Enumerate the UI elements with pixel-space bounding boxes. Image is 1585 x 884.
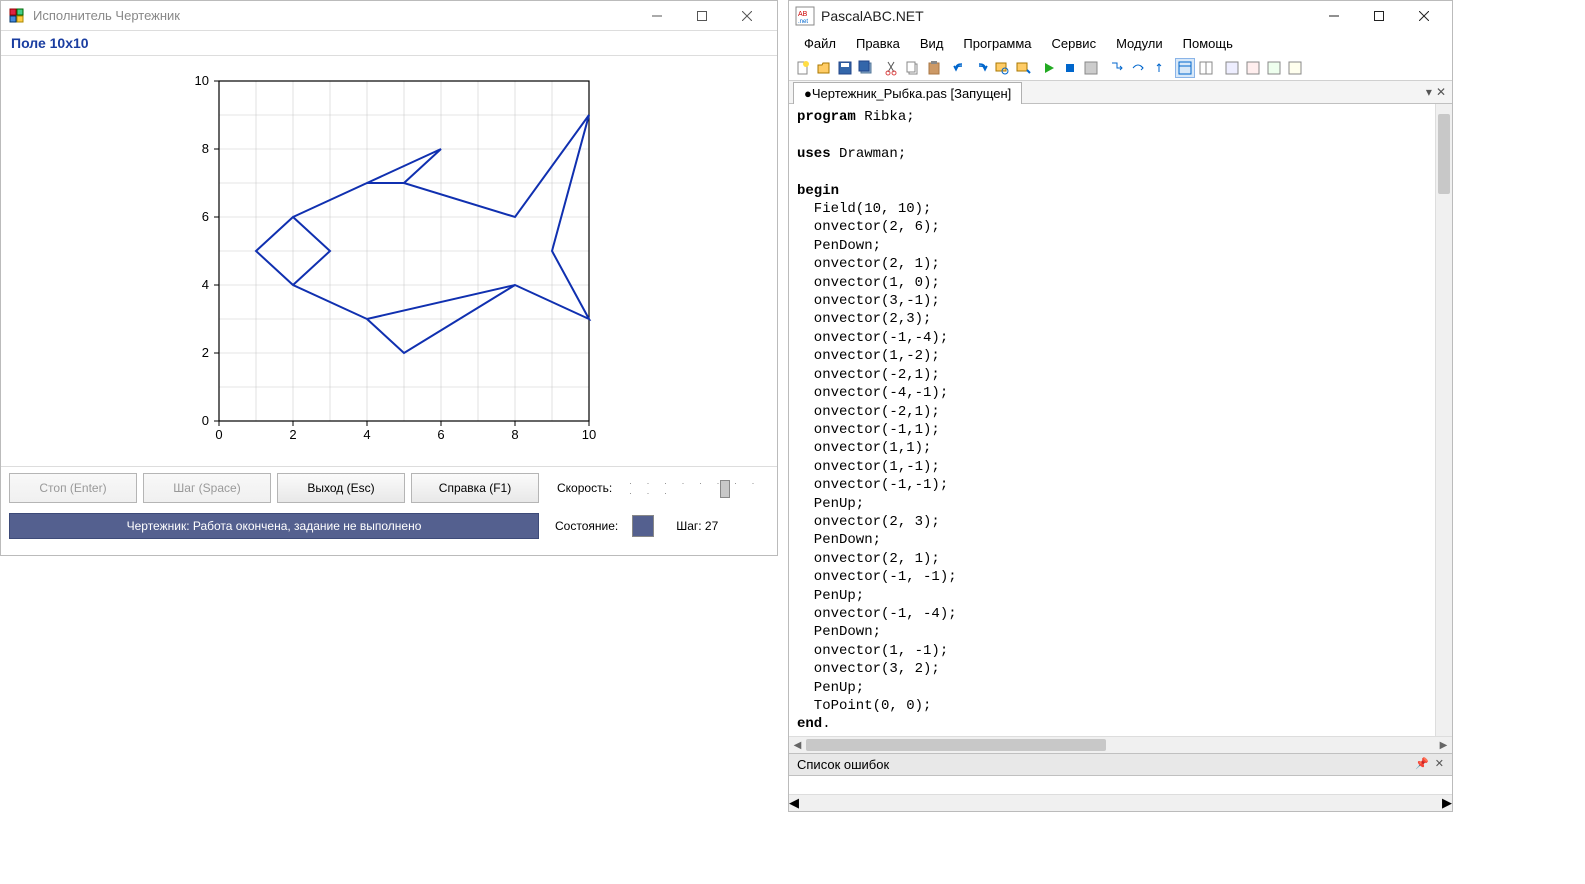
- status-message: Чертежник: Работа окончена, задание не в…: [9, 513, 539, 539]
- scroll-left-icon[interactable]: ◀: [789, 740, 806, 751]
- hscroll-thumb[interactable]: [806, 739, 1106, 751]
- svg-text:.net: .net: [798, 19, 808, 25]
- redo-icon[interactable]: [971, 58, 991, 78]
- errors-horizontal-scrollbar[interactable]: ◀ ▶: [789, 794, 1452, 811]
- maximize-button[interactable]: [1356, 2, 1401, 30]
- menu-modules[interactable]: Модули: [1107, 33, 1172, 54]
- svg-text:6: 6: [202, 209, 209, 224]
- pascal-title: PascalABC.NET: [821, 8, 1311, 24]
- svg-text:10: 10: [195, 73, 209, 88]
- state-color-indicator: [632, 515, 654, 537]
- file-tab[interactable]: ●Чертежник_Рыбка.pas [Запущен]: [793, 82, 1022, 104]
- scrollbar-thumb[interactable]: [1438, 114, 1450, 194]
- drawman-title: Исполнитель Чертежник: [33, 8, 634, 23]
- step-counter: Шаг: 27: [676, 519, 718, 533]
- tool-d-icon[interactable]: [1285, 58, 1305, 78]
- tab-bar: ●Чертежник_Рыбка.pas [Запущен] ▾ ✕: [789, 81, 1452, 104]
- minimize-button[interactable]: [1311, 2, 1356, 30]
- code-editor[interactable]: program Ribka; uses Drawman; begin Field…: [789, 104, 1452, 736]
- paste-icon[interactable]: [924, 58, 944, 78]
- minimize-button[interactable]: [634, 2, 679, 30]
- step-into-icon[interactable]: [1107, 58, 1127, 78]
- scroll-right-icon[interactable]: ▶: [1442, 795, 1452, 811]
- view-mode2-icon[interactable]: [1196, 58, 1216, 78]
- errors-title: Список ошибок: [797, 757, 889, 772]
- compile-icon[interactable]: [1081, 58, 1101, 78]
- errors-panel-header[interactable]: Список ошибок 📌 ✕: [789, 753, 1452, 776]
- menu-file[interactable]: Файл: [795, 33, 845, 54]
- drawman-window: Исполнитель Чертежник Поле 10x10 0 2 4 6 8 10…: [0, 0, 778, 556]
- tab-dropdown-icon[interactable]: ▾: [1426, 85, 1432, 99]
- copy-icon[interactable]: [903, 58, 923, 78]
- scroll-right-icon[interactable]: ▶: [1435, 740, 1452, 751]
- svg-text:2: 2: [202, 345, 209, 360]
- menu-edit[interactable]: Правка: [847, 33, 909, 54]
- pin-icon[interactable]: 📌: [1415, 757, 1429, 772]
- tool-a-icon[interactable]: [1222, 58, 1242, 78]
- toolbar: [789, 56, 1452, 81]
- svg-text:0: 0: [215, 427, 222, 442]
- state-label: Состояние:: [555, 519, 618, 533]
- control-buttons-row: Стоп (Enter) Шаг (Space) Выход (Esc) Спр…: [1, 466, 777, 509]
- speed-label: Скорость:: [557, 481, 623, 495]
- errors-list: [789, 776, 1452, 794]
- drawing-canvas: 0 2 4 6 8 10 0 2 4 6 8 10: [1, 56, 777, 466]
- svg-text:8: 8: [202, 141, 209, 156]
- new-file-icon[interactable]: [793, 58, 813, 78]
- svg-text:4: 4: [202, 277, 209, 292]
- goto-icon[interactable]: [1013, 58, 1033, 78]
- stop-button[interactable]: Стоп (Enter): [9, 473, 137, 503]
- open-file-icon[interactable]: [814, 58, 834, 78]
- tool-b-icon[interactable]: [1243, 58, 1263, 78]
- maximize-button[interactable]: [679, 2, 724, 30]
- menu-help[interactable]: Помощь: [1174, 33, 1242, 54]
- save-icon[interactable]: [835, 58, 855, 78]
- stop-run-icon[interactable]: [1060, 58, 1080, 78]
- field-size-label: Поле 10x10: [1, 31, 777, 56]
- svg-text:2: 2: [289, 427, 296, 442]
- step-over-icon[interactable]: [1128, 58, 1148, 78]
- scroll-left-icon[interactable]: ◀: [789, 795, 799, 811]
- undo-icon[interactable]: [950, 58, 970, 78]
- tab-close-icon[interactable]: ✕: [1436, 85, 1446, 99]
- svg-text:10: 10: [582, 427, 596, 442]
- run-icon[interactable]: [1039, 58, 1059, 78]
- menu-service[interactable]: Сервис: [1043, 33, 1106, 54]
- menu-program[interactable]: Программа: [954, 33, 1040, 54]
- help-button[interactable]: Справка (F1): [411, 473, 539, 503]
- close-panel-icon[interactable]: ✕: [1435, 757, 1444, 772]
- close-button[interactable]: [1401, 2, 1446, 30]
- slider-ticks: · · · · · · · · · · ·: [629, 478, 769, 498]
- menu-view[interactable]: Вид: [911, 33, 953, 54]
- svg-text:0: 0: [202, 413, 209, 428]
- save-all-icon[interactable]: [856, 58, 876, 78]
- view-mode1-icon[interactable]: [1175, 58, 1195, 78]
- svg-text:8: 8: [511, 427, 518, 442]
- find-icon[interactable]: [992, 58, 1012, 78]
- app-icon: [9, 8, 25, 24]
- tool-c-icon[interactable]: [1264, 58, 1284, 78]
- status-row: Чертежник: Работа окончена, задание не в…: [1, 509, 777, 547]
- svg-text:6: 6: [437, 427, 444, 442]
- speed-slider[interactable]: · · · · · · · · · · ·: [629, 478, 769, 498]
- step-out-icon[interactable]: [1149, 58, 1169, 78]
- pascal-app-icon: AB.net: [795, 6, 815, 26]
- horizontal-scrollbar[interactable]: ◀ ▶: [789, 736, 1452, 753]
- pascal-titlebar[interactable]: AB.net PascalABC.NET: [789, 1, 1452, 31]
- drawman-titlebar[interactable]: Исполнитель Чертежник: [1, 1, 777, 31]
- svg-text:AB: AB: [798, 11, 808, 18]
- vertical-scrollbar[interactable]: [1435, 104, 1452, 736]
- menubar: Файл Правка Вид Программа Сервис Модули …: [789, 31, 1452, 56]
- fish-plot: 0 2 4 6 8 10 0 2 4 6 8 10: [179, 71, 599, 451]
- cut-icon[interactable]: [882, 58, 902, 78]
- exit-button[interactable]: Выход (Esc): [277, 473, 405, 503]
- svg-text:4: 4: [363, 427, 370, 442]
- close-button[interactable]: [724, 2, 769, 30]
- step-button[interactable]: Шаг (Space): [143, 473, 271, 503]
- pascal-window: AB.net PascalABC.NET Файл Правка Вид Про…: [788, 0, 1453, 812]
